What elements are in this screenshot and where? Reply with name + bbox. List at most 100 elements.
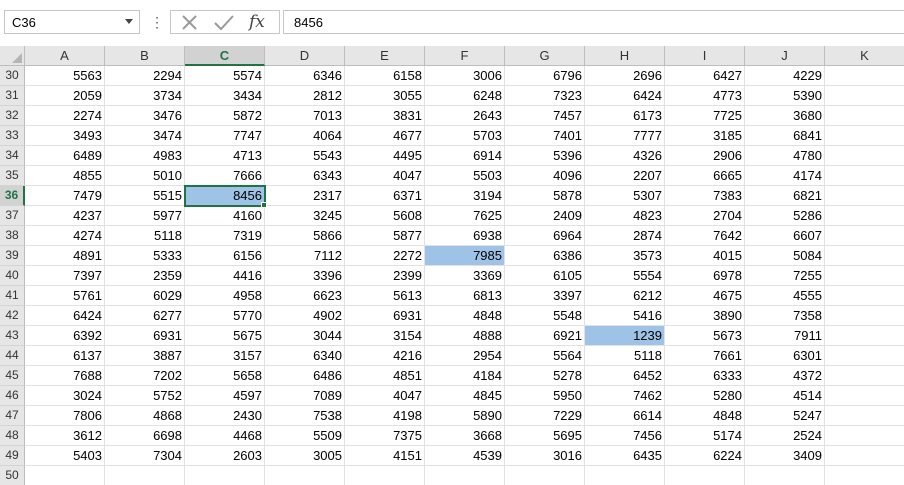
cell-g45[interactable]: 5278	[505, 366, 585, 386]
cell-f46[interactable]: 4845	[425, 386, 505, 406]
cell-k38[interactable]	[825, 226, 904, 246]
cell-d30[interactable]: 6346	[265, 66, 345, 86]
cell-h45[interactable]: 6452	[585, 366, 665, 386]
cell-j42[interactable]: 7358	[745, 306, 825, 326]
select-all-button[interactable]	[0, 46, 25, 66]
cell-h42[interactable]: 5416	[585, 306, 665, 326]
cell-k48[interactable]	[825, 426, 904, 446]
cell-j47[interactable]: 5247	[745, 406, 825, 426]
cell-c37[interactable]: 4160	[185, 206, 265, 226]
cell-d31[interactable]: 2812	[265, 86, 345, 106]
cell-k33[interactable]	[825, 126, 904, 146]
cell-f44[interactable]: 2954	[425, 346, 505, 366]
cell-c41[interactable]: 4958	[185, 286, 265, 306]
row-header-44[interactable]: 44	[0, 346, 25, 366]
cell-i48[interactable]: 5174	[665, 426, 745, 446]
cell-c35[interactable]: 7666	[185, 166, 265, 186]
cell-d44[interactable]: 6340	[265, 346, 345, 366]
cell-k42[interactable]	[825, 306, 904, 326]
column-header-b[interactable]: B	[105, 46, 185, 66]
cell-i36[interactable]: 7383	[665, 186, 745, 206]
cell-a36[interactable]: 7479	[25, 186, 105, 206]
cell-d35[interactable]: 6343	[265, 166, 345, 186]
cell-j50[interactable]	[745, 466, 825, 485]
cell-k49[interactable]	[825, 446, 904, 466]
cell-d50[interactable]	[265, 466, 345, 485]
cell-h46[interactable]: 7462	[585, 386, 665, 406]
cell-d32[interactable]: 7013	[265, 106, 345, 126]
cell-k30[interactable]	[825, 66, 904, 86]
cell-e42[interactable]: 6931	[345, 306, 425, 326]
cell-h47[interactable]: 6614	[585, 406, 665, 426]
cell-c39[interactable]: 6156	[185, 246, 265, 266]
cell-b44[interactable]: 3887	[105, 346, 185, 366]
cell-f30[interactable]: 3006	[425, 66, 505, 86]
column-header-f[interactable]: F	[425, 46, 505, 66]
cell-f38[interactable]: 6938	[425, 226, 505, 246]
cell-e39[interactable]: 2272	[345, 246, 425, 266]
cell-d43[interactable]: 3044	[265, 326, 345, 346]
cell-k36[interactable]	[825, 186, 904, 206]
cell-e44[interactable]: 4216	[345, 346, 425, 366]
insert-function-icon[interactable]: fx	[249, 11, 265, 33]
cell-j31[interactable]: 5390	[745, 86, 825, 106]
cell-j36[interactable]: 6821	[745, 186, 825, 206]
cell-h33[interactable]: 7777	[585, 126, 665, 146]
row-header-43[interactable]: 43	[0, 326, 25, 346]
cell-h38[interactable]: 2874	[585, 226, 665, 246]
cell-b47[interactable]: 4868	[105, 406, 185, 426]
cell-i41[interactable]: 4675	[665, 286, 745, 306]
cell-a31[interactable]: 2059	[25, 86, 105, 106]
cell-e31[interactable]: 3055	[345, 86, 425, 106]
cell-b41[interactable]: 6029	[105, 286, 185, 306]
cell-j43[interactable]: 7911	[745, 326, 825, 346]
cell-g37[interactable]: 2409	[505, 206, 585, 226]
cell-e40[interactable]: 2399	[345, 266, 425, 286]
cell-b32[interactable]: 3476	[105, 106, 185, 126]
cell-b33[interactable]: 3474	[105, 126, 185, 146]
cell-a42[interactable]: 6424	[25, 306, 105, 326]
cancel-x-icon[interactable]	[177, 12, 203, 34]
cell-e30[interactable]: 6158	[345, 66, 425, 86]
cell-i50[interactable]	[665, 466, 745, 485]
cell-k44[interactable]	[825, 346, 904, 366]
cell-h41[interactable]: 6212	[585, 286, 665, 306]
cell-b38[interactable]: 5118	[105, 226, 185, 246]
cell-b48[interactable]: 6698	[105, 426, 185, 446]
cell-g40[interactable]: 6105	[505, 266, 585, 286]
column-header-d[interactable]: D	[265, 46, 345, 66]
cell-d46[interactable]: 7089	[265, 386, 345, 406]
cell-h50[interactable]	[585, 466, 665, 485]
row-header-45[interactable]: 45	[0, 366, 25, 386]
cell-b40[interactable]: 2359	[105, 266, 185, 286]
column-header-k[interactable]: K	[825, 46, 904, 66]
row-header-35[interactable]: 35	[0, 166, 25, 186]
cell-f48[interactable]: 3668	[425, 426, 505, 446]
row-header-48[interactable]: 48	[0, 426, 25, 446]
cell-g41[interactable]: 3397	[505, 286, 585, 306]
cell-j37[interactable]: 5286	[745, 206, 825, 226]
cell-c34[interactable]: 4713	[185, 146, 265, 166]
cell-c44[interactable]: 3157	[185, 346, 265, 366]
row-header-47[interactable]: 47	[0, 406, 25, 426]
cell-a49[interactable]: 5403	[25, 446, 105, 466]
column-header-j[interactable]: J	[745, 46, 825, 66]
cell-d34[interactable]: 5543	[265, 146, 345, 166]
cell-d49[interactable]: 3005	[265, 446, 345, 466]
more-options-icon[interactable]: ⋮	[150, 12, 164, 32]
cell-a33[interactable]: 3493	[25, 126, 105, 146]
cell-j48[interactable]: 2524	[745, 426, 825, 446]
row-header-36[interactable]: 36	[0, 186, 25, 206]
cell-i42[interactable]: 3890	[665, 306, 745, 326]
cell-h48[interactable]: 7456	[585, 426, 665, 446]
row-header-33[interactable]: 33	[0, 126, 25, 146]
cell-a34[interactable]: 6489	[25, 146, 105, 166]
cell-b43[interactable]: 6931	[105, 326, 185, 346]
cell-d41[interactable]: 6623	[265, 286, 345, 306]
cell-c45[interactable]: 5658	[185, 366, 265, 386]
cell-j33[interactable]: 6841	[745, 126, 825, 146]
cell-a41[interactable]: 5761	[25, 286, 105, 306]
cell-a37[interactable]: 4237	[25, 206, 105, 226]
row-header-34[interactable]: 34	[0, 146, 25, 166]
cell-d45[interactable]: 6486	[265, 366, 345, 386]
